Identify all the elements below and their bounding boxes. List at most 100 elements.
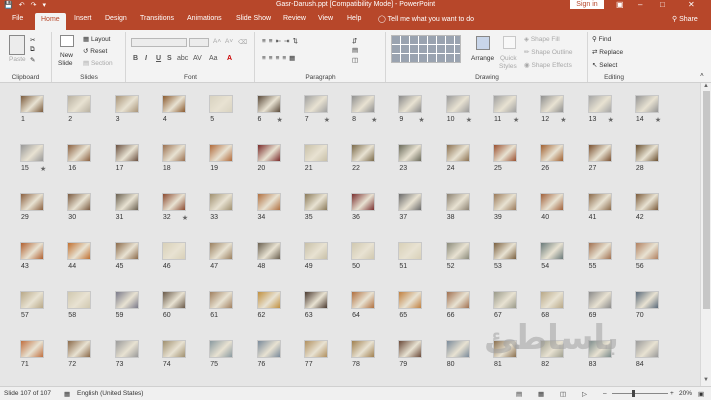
tab-slide-show[interactable]: Slide Show bbox=[236, 15, 271, 22]
slide-thumbnail[interactable] bbox=[20, 340, 44, 358]
slide-thumbnail[interactable] bbox=[493, 193, 517, 211]
font-size-select[interactable] bbox=[189, 38, 209, 47]
slide-thumbnail[interactable] bbox=[587, 144, 612, 162]
tab-design[interactable]: Design bbox=[105, 15, 127, 22]
char-spacing-button[interactable]: AV bbox=[193, 55, 202, 62]
slide-thumbnail[interactable] bbox=[445, 242, 470, 260]
slide-thumbnail[interactable] bbox=[114, 95, 139, 113]
slide-thumbnail[interactable] bbox=[161, 340, 186, 358]
slide-thumbnail[interactable] bbox=[634, 193, 659, 211]
new-slide-label-2[interactable]: Slide bbox=[58, 60, 72, 67]
align-buttons-icon[interactable]: ≡≡≡≡▦ bbox=[262, 54, 298, 62]
tab-help[interactable]: Help bbox=[347, 15, 361, 22]
slide-thumbnail[interactable] bbox=[351, 193, 376, 211]
fit-to-window-icon[interactable]: ▣ bbox=[698, 390, 704, 398]
scroll-up-icon[interactable]: ▲ bbox=[703, 83, 709, 89]
zoom-in-icon[interactable]: + bbox=[670, 390, 674, 397]
star-icon[interactable]: ★ bbox=[277, 116, 283, 124]
tab-transitions[interactable]: Transitions bbox=[140, 15, 174, 22]
share-button[interactable]: ⚲ Share bbox=[672, 15, 698, 23]
tab-review[interactable]: Review bbox=[283, 15, 306, 22]
tab-insert[interactable]: Insert bbox=[74, 15, 92, 22]
slide-thumbnail[interactable] bbox=[209, 242, 234, 260]
language-status[interactable]: English (United States) bbox=[77, 390, 143, 397]
slide-thumbnail[interactable] bbox=[634, 242, 659, 260]
cut-icon[interactable]: ✂ bbox=[30, 36, 35, 44]
zoom-slider-thumb[interactable] bbox=[632, 390, 635, 397]
quick-styles-icon[interactable] bbox=[503, 36, 516, 49]
slide-thumbnail[interactable] bbox=[114, 340, 139, 358]
slide-thumbnail[interactable] bbox=[398, 193, 423, 211]
arrange-icon[interactable] bbox=[476, 36, 490, 50]
star-icon[interactable]: ★ bbox=[182, 214, 188, 222]
scroll-down-icon[interactable]: ▼ bbox=[703, 377, 709, 383]
slide-thumbnail[interactable] bbox=[493, 242, 517, 260]
slide-thumbnail[interactable] bbox=[161, 144, 186, 162]
font-color-icon[interactable]: A bbox=[227, 55, 232, 62]
format-painter-icon[interactable]: ✎ bbox=[30, 56, 35, 64]
star-icon[interactable]: ★ bbox=[324, 116, 330, 124]
slide-thumbnail[interactable] bbox=[161, 291, 186, 309]
star-icon[interactable]: ★ bbox=[560, 116, 566, 124]
section-button[interactable]: ▤ Section bbox=[83, 59, 113, 67]
quick-styles-label[interactable]: Quick bbox=[500, 55, 517, 62]
slide-thumbnail[interactable] bbox=[445, 144, 470, 162]
star-icon[interactable]: ★ bbox=[466, 116, 472, 124]
slide-thumbnail[interactable] bbox=[20, 291, 44, 309]
slide-thumbnail[interactable] bbox=[445, 193, 470, 211]
layout-button[interactable]: ▦ Layout bbox=[83, 35, 111, 43]
arrange-label[interactable]: Arrange bbox=[471, 55, 494, 62]
tab-view[interactable]: View bbox=[318, 15, 333, 22]
slide-thumbnail[interactable] bbox=[634, 291, 659, 309]
slide-thumbnail[interactable] bbox=[114, 242, 139, 260]
reset-button[interactable]: ↺ Reset bbox=[83, 47, 107, 55]
star-icon[interactable]: ★ bbox=[40, 165, 46, 173]
clear-format-icon[interactable]: ⌫ bbox=[238, 38, 247, 46]
spellcheck-icon[interactable]: ▦ bbox=[64, 390, 70, 398]
slide-thumbnail[interactable] bbox=[540, 144, 565, 162]
minimize-icon[interactable]: – bbox=[638, 0, 642, 9]
slide-thumbnail[interactable] bbox=[67, 340, 92, 358]
slide-thumbnail[interactable] bbox=[256, 193, 281, 211]
slide-thumbnail[interactable] bbox=[256, 340, 281, 358]
slide-thumbnail[interactable] bbox=[114, 144, 139, 162]
font-name-select[interactable] bbox=[131, 38, 187, 47]
slide-thumbnail[interactable] bbox=[540, 291, 565, 309]
slide-thumbnail[interactable] bbox=[540, 242, 565, 260]
text-direction-icon[interactable]: ⇵ bbox=[352, 37, 357, 45]
slide-thumbnail[interactable] bbox=[351, 291, 376, 309]
zoom-level[interactable]: 20% bbox=[679, 390, 692, 397]
align-text-icon[interactable]: ▤ bbox=[352, 46, 358, 54]
shrink-font-icon[interactable]: A˅ bbox=[225, 38, 233, 45]
maximize-icon[interactable]: □ bbox=[660, 0, 665, 9]
slide-thumbnail[interactable] bbox=[209, 144, 234, 162]
shadow-button[interactable]: abc bbox=[177, 55, 188, 62]
slide-thumbnail[interactable] bbox=[67, 95, 92, 113]
slide-thumbnail[interactable] bbox=[20, 193, 44, 211]
slide-thumbnail[interactable] bbox=[256, 95, 281, 113]
shape-effects-button[interactable]: ◉ Shape Effects bbox=[524, 61, 572, 69]
slide-thumbnail[interactable] bbox=[161, 193, 186, 211]
slide-thumbnail[interactable] bbox=[398, 340, 423, 358]
star-icon[interactable]: ★ bbox=[655, 116, 661, 124]
slide-show-view-icon[interactable]: ▷ bbox=[582, 390, 587, 398]
star-icon[interactable]: ★ bbox=[513, 116, 519, 124]
change-case-button[interactable]: Aa bbox=[209, 55, 218, 62]
replace-button[interactable]: ⇄ Replace bbox=[592, 48, 623, 56]
normal-view-icon[interactable]: ▤ bbox=[516, 390, 522, 398]
slide-thumbnail[interactable] bbox=[20, 95, 44, 113]
slide-thumbnail[interactable] bbox=[587, 193, 612, 211]
vertical-scrollbar[interactable]: ▲ ▼ bbox=[700, 83, 711, 386]
slide-thumbnail[interactable] bbox=[303, 193, 328, 211]
slide-thumbnail[interactable] bbox=[161, 95, 186, 113]
star-icon[interactable]: ★ bbox=[608, 116, 614, 124]
slide-thumbnail[interactable] bbox=[351, 242, 376, 260]
slide-thumbnail[interactable] bbox=[209, 340, 234, 358]
slide-thumbnail[interactable] bbox=[634, 340, 659, 358]
slide-thumbnail[interactable] bbox=[67, 193, 92, 211]
paste-icon[interactable] bbox=[9, 35, 25, 55]
slide-thumbnail[interactable] bbox=[67, 291, 92, 309]
close-icon[interactable]: ✕ bbox=[688, 0, 695, 9]
tab-home[interactable]: Home bbox=[35, 13, 66, 30]
slide-thumbnail[interactable] bbox=[351, 95, 376, 113]
